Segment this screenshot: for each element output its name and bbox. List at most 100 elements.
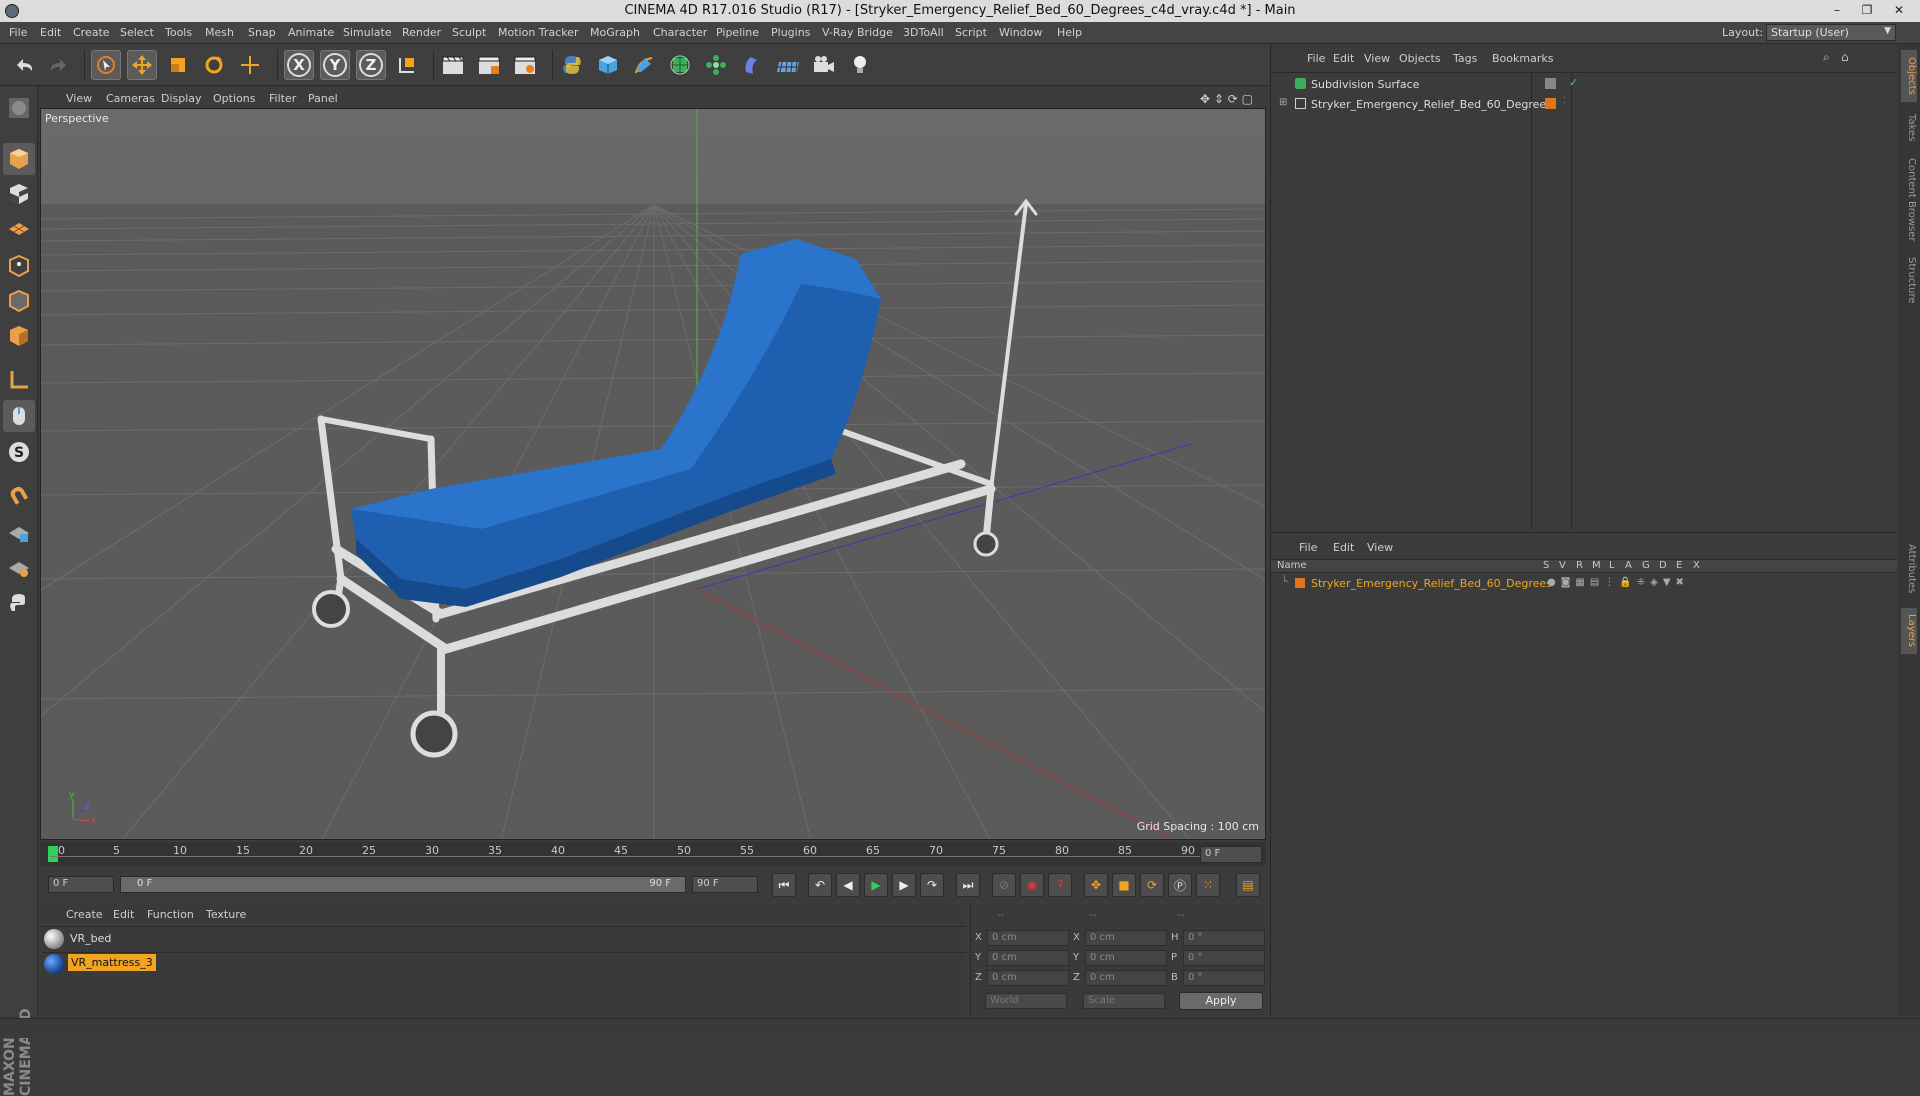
autokey-button[interactable]: ? (1048, 873, 1072, 897)
python-button[interactable] (557, 50, 587, 80)
make-editable-button[interactable] (3, 92, 35, 124)
size-x-field[interactable]: 0 cm (1085, 930, 1167, 946)
lock-workplane-button[interactable] (3, 517, 35, 549)
key-parameter-button[interactable]: Ⓟ (1168, 873, 1192, 897)
objects-menu-file[interactable]: File (1307, 52, 1325, 65)
size-mode-dropdown[interactable]: Scale (1083, 993, 1165, 1009)
polygons-mode-button[interactable] (3, 320, 35, 352)
column-animation[interactable]: A (1625, 560, 1632, 571)
play-button[interactable]: ▶ (864, 873, 888, 897)
column-view[interactable]: V (1559, 560, 1566, 571)
size-y-field[interactable]: 0 cm (1085, 950, 1167, 966)
edges-mode-button[interactable] (3, 285, 35, 317)
menu-simulate[interactable]: Simulate (343, 26, 392, 39)
start-frame-field[interactable]: 0 F (48, 876, 114, 893)
workplane-mode-button[interactable] (3, 213, 35, 245)
tab-attributes[interactable]: Attributes (1901, 534, 1917, 604)
menu-mesh[interactable]: Mesh (205, 26, 234, 39)
menu-window[interactable]: Window (999, 26, 1042, 39)
objects-menu-edit[interactable]: Edit (1333, 52, 1354, 65)
scale-tool-button[interactable] (163, 50, 193, 80)
minimize-button[interactable]: – (1822, 0, 1852, 20)
menu-sculpt[interactable]: Sculpt (452, 26, 486, 39)
viewport-menu-options[interactable]: Options (213, 92, 255, 105)
column-xref[interactable]: X (1693, 560, 1700, 571)
material-menu-function[interactable]: Function (147, 908, 194, 921)
menu-select[interactable]: Select (120, 26, 154, 39)
grid-snap-button[interactable] (3, 552, 35, 584)
layer-flags-icons[interactable]: ●◙▦▤⋮🔒⁜◈▼✖ (1547, 577, 1689, 588)
record-button[interactable]: ◉ (1020, 873, 1044, 897)
redo-button[interactable] (44, 50, 74, 80)
close-button[interactable]: ✕ (1884, 0, 1914, 20)
column-manager[interactable]: M (1592, 560, 1601, 571)
edit-render-settings-button[interactable] (510, 50, 540, 80)
column-deformers[interactable]: D (1659, 560, 1667, 571)
position-y-field[interactable]: 0 cm (987, 950, 1069, 966)
menu-mograph[interactable]: MoGraph (590, 26, 640, 39)
menu-3dtoall[interactable]: 3DToAll (903, 26, 944, 39)
viewport-menu-view[interactable]: View (66, 92, 92, 105)
go-to-start-button[interactable]: ⏮ (772, 873, 796, 897)
layers-menu-view[interactable]: View (1367, 541, 1393, 554)
material-menu-create[interactable]: Create (66, 908, 103, 921)
menu-vray-bridge[interactable]: V-Ray Bridge (822, 26, 893, 39)
rotate-tool-button[interactable] (199, 50, 229, 80)
coordinate-space-dropdown[interactable]: World (985, 993, 1067, 1009)
menu-help[interactable]: Help (1057, 26, 1082, 39)
viewport-camera-label[interactable]: Perspective (45, 112, 109, 125)
enabled-check-icon[interactable]: ✓ (1569, 76, 1578, 89)
apply-button[interactable]: Apply (1179, 992, 1263, 1010)
viewport-menu-display[interactable]: Display (161, 92, 202, 105)
perspective-viewport[interactable]: y x z Perspective Grid Spacing : 100 cm (40, 108, 1266, 840)
spline-pen-button[interactable] (629, 50, 659, 80)
timeline-ruler[interactable]: 0 5 10 15 20 25 30 35 40 45 50 55 60 65 … (40, 842, 1266, 866)
object-row-bed[interactable]: ⊞ Stryker_Emergency_Relief_Bed_60_Degree… (1279, 96, 1897, 114)
material-menu-edit[interactable]: Edit (113, 908, 134, 921)
menu-edit[interactable]: Edit (40, 26, 61, 39)
cloner-button[interactable] (701, 50, 731, 80)
floor-button[interactable] (773, 50, 803, 80)
tweak-mode-button[interactable] (3, 400, 35, 432)
restore-button[interactable]: ❐ (1852, 0, 1882, 20)
light-button[interactable] (845, 50, 875, 80)
previous-frame-button[interactable]: ◀ (836, 873, 860, 897)
undo-button[interactable] (9, 50, 39, 80)
visibility-dots-icon[interactable]: ⁚ (1563, 96, 1566, 106)
objects-menu-bookmarks[interactable]: Bookmarks (1492, 52, 1553, 65)
move-tool-button[interactable] (127, 50, 157, 80)
texture-mode-button[interactable] (3, 178, 35, 210)
live-selection-button[interactable] (91, 50, 121, 80)
column-render[interactable]: R (1576, 560, 1583, 571)
x-axis-lock-button[interactable]: X (284, 50, 314, 80)
coordinate-system-button[interactable] (392, 50, 422, 80)
menu-animate[interactable]: Animate (288, 26, 334, 39)
current-frame-field[interactable]: 0 F (1200, 846, 1262, 863)
menu-motion-tracker[interactable]: Motion Tracker (498, 26, 578, 39)
recent-tool-button[interactable] (235, 50, 265, 80)
tab-takes[interactable]: Takes (1901, 108, 1917, 148)
next-key-button[interactable]: ↷ (920, 873, 944, 897)
go-to-end-button[interactable]: ⏭ (956, 873, 980, 897)
menu-plugins[interactable]: Plugins (771, 26, 810, 39)
column-locked[interactable]: L (1609, 560, 1615, 571)
menu-snap[interactable]: Snap (248, 26, 276, 39)
viewport-menu-filter[interactable]: Filter (269, 92, 296, 105)
menu-character[interactable]: Character (653, 26, 707, 39)
rotation-b-field[interactable]: 0 ° (1183, 970, 1265, 986)
viewport-menu-cameras[interactable]: Cameras (106, 92, 155, 105)
column-name[interactable]: Name (1277, 560, 1307, 571)
size-z-field[interactable]: 0 cm (1085, 970, 1167, 986)
object-row-subdivision[interactable]: Subdivision Surface ✓ (1279, 76, 1897, 94)
position-z-field[interactable]: 0 cm (987, 970, 1069, 986)
axis-mode-button[interactable] (3, 364, 35, 396)
subdivision-surface-button[interactable] (665, 50, 695, 80)
model-mode-button[interactable] (3, 143, 35, 175)
key-scale-button[interactable]: ■ (1112, 873, 1136, 897)
tab-objects[interactable]: Objects (1901, 50, 1917, 102)
menu-render[interactable]: Render (402, 26, 441, 39)
deformer-button[interactable] (737, 50, 767, 80)
column-generators[interactable]: G (1642, 560, 1650, 571)
tab-layers[interactable]: Layers (1901, 608, 1917, 654)
layers-menu-edit[interactable]: Edit (1333, 541, 1354, 554)
